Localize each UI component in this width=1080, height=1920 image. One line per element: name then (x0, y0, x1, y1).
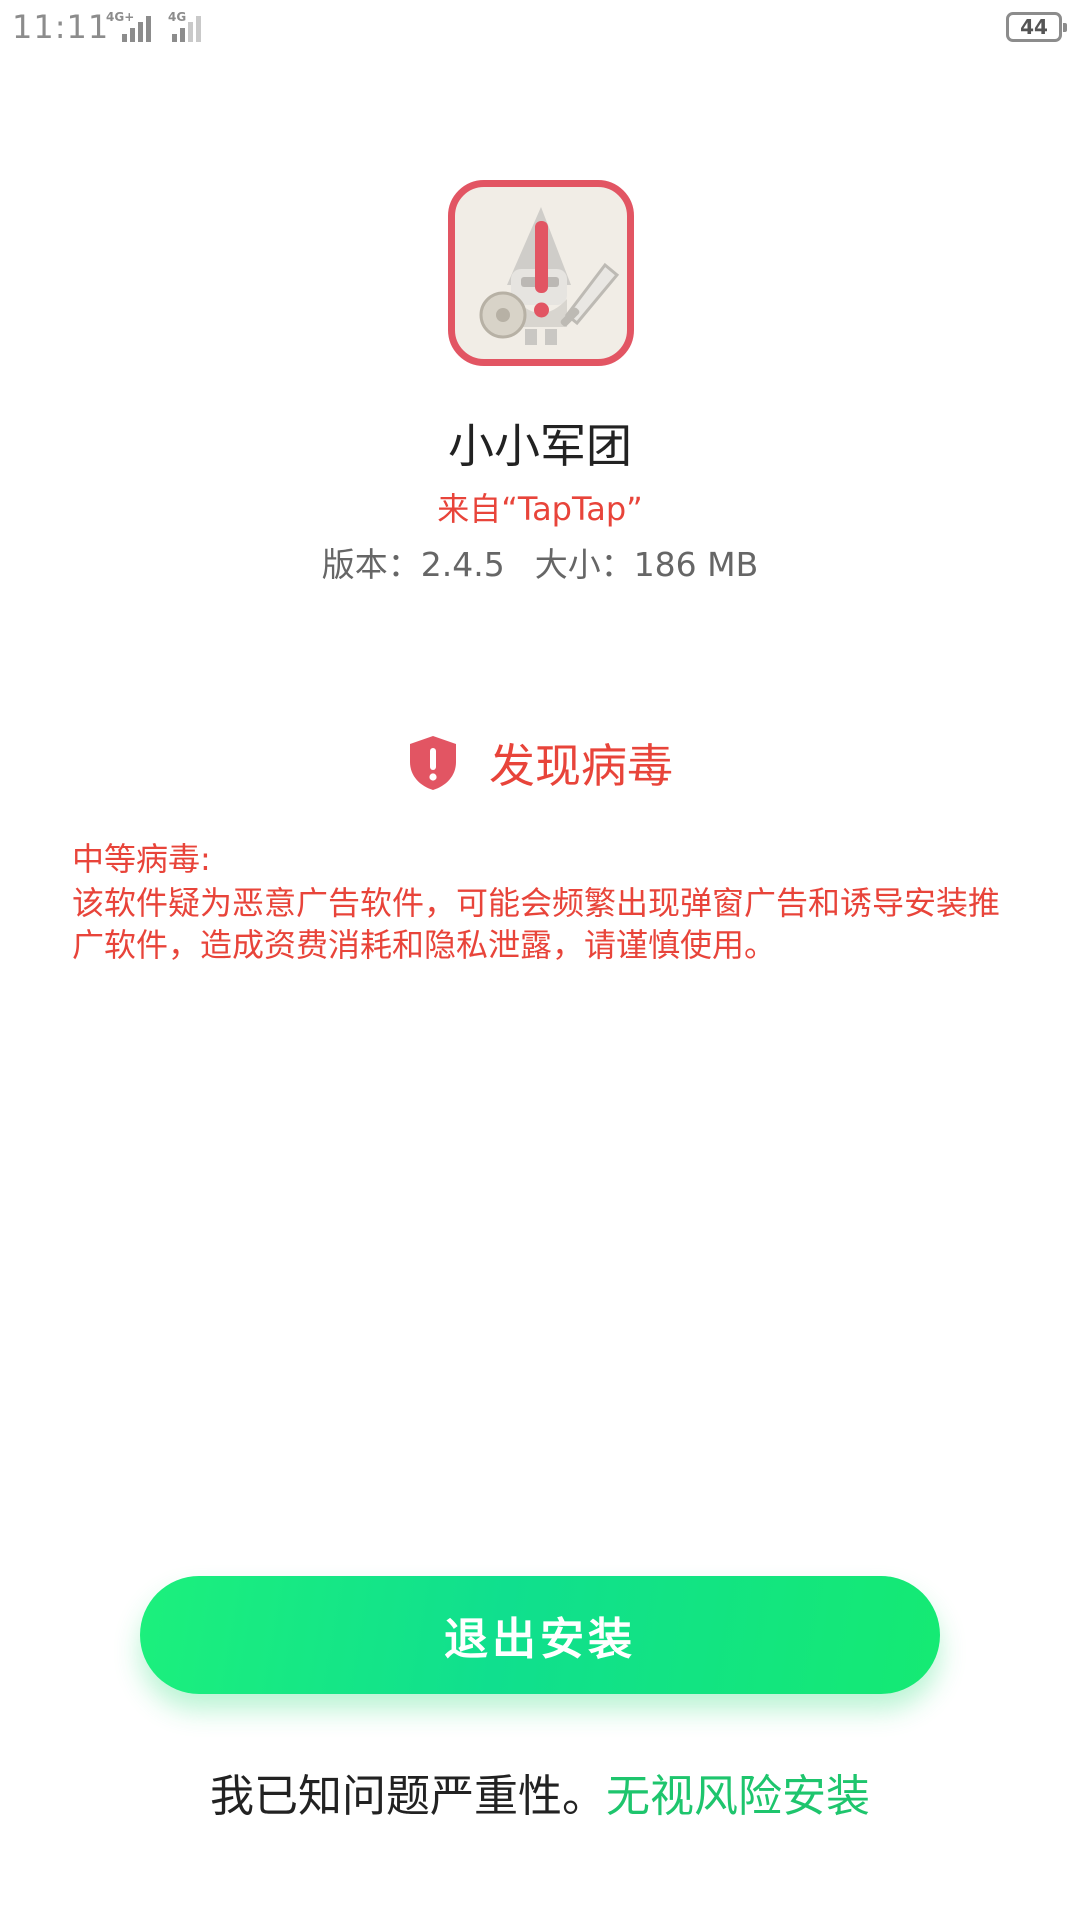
app-source: 来自“TapTap” (437, 490, 643, 528)
status-bar: 11:11 4G+ 4G 44 (0, 0, 1080, 56)
app-version: 版本：2.4.5 (321, 545, 505, 584)
exit-install-button[interactable]: 退出安装 (140, 1576, 940, 1694)
battery-icon: 44 (1006, 12, 1067, 42)
sim1-signal-icon: 4G+ (104, 10, 164, 42)
virus-level: 中等病毒: (72, 840, 211, 878)
app-size: 大小：186 MB (534, 545, 759, 584)
battery-level: 44 (1020, 15, 1048, 39)
status-time: 11:11 (12, 8, 110, 46)
app-name: 小小军团 (448, 419, 632, 473)
warning-title: 发现病毒 (489, 739, 673, 793)
app-icon (448, 180, 634, 366)
sim2-signal-icon: 4G (166, 10, 210, 42)
app-meta: 版本：2.4.5 大小：186 MB (0, 538, 1080, 586)
shield-alert-icon (410, 736, 456, 790)
ignore-risk-row: 我已知问题严重性。无视风险安装 (0, 1760, 1080, 1824)
ignore-risk-prefix: 我已知问题严重性。 (210, 1771, 606, 1822)
warrior-game-icon (479, 207, 620, 345)
install-warning-screen: 11:11 4G+ 4G 44 小小军团 来自“TapTap” 版本：2.4.5… (0, 0, 1080, 1920)
virus-description: 该软件疑为恶意广告软件，可能会频繁出现弹窗广告和诱导安装推广软件，造成资费消耗和… (72, 884, 1001, 964)
ignore-risk-install-link[interactable]: 无视风险安装 (606, 1771, 870, 1822)
warning-header: 发现病毒 (0, 730, 1080, 796)
